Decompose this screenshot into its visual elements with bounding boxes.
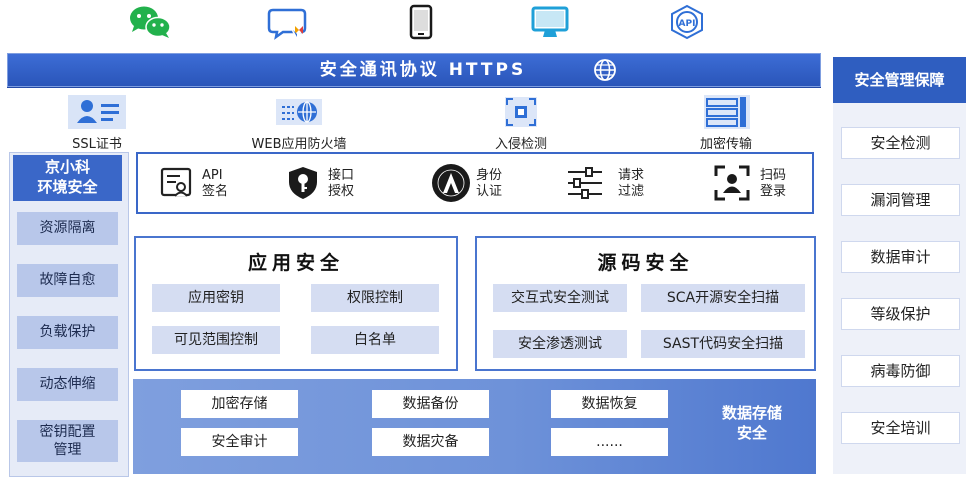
data-storage-title: 数据存储 安全: [721, 404, 782, 442]
web-firewall-label: WEB应用防火墙: [251, 137, 347, 152]
chat-icon: [267, 4, 307, 40]
storage-item-encrypted: 加密存储: [181, 390, 298, 418]
https-banner: 安全通讯协议 HTTPS: [7, 53, 821, 87]
app-item-whitelist: 白名单: [311, 326, 439, 354]
auth-scan-label: 扫码 登录: [760, 168, 787, 199]
api-sign-icon: [160, 166, 194, 200]
storage-item-disaster: 数据灾备: [372, 428, 489, 456]
storage-item-recovery: 数据恢复: [551, 390, 668, 418]
auth-key-label: 接口 授权: [328, 168, 355, 199]
environment-security-title: 京小科 环境安全: [13, 155, 122, 201]
wechat-icon: [128, 4, 171, 40]
env-item-auto-scaling: 动态伸缩: [17, 368, 118, 401]
auth-identity-label: 身份 认证: [476, 168, 503, 199]
monitor-icon: [530, 4, 570, 40]
env-item-resource-isolation: 资源隔离: [17, 212, 118, 245]
source-item-pentest: 安全渗透测试: [493, 330, 627, 358]
source-item-sca: SCA开源安全扫描: [641, 284, 805, 312]
scan-login-icon: [713, 164, 751, 202]
web-firewall-icon: [276, 95, 322, 129]
key-shield-icon: [286, 165, 320, 201]
mgmt-item-data-audit: 数据审计: [841, 241, 960, 273]
intrusion-detection-icon: [503, 95, 539, 129]
storage-item-audit: 安全审计: [181, 428, 298, 456]
app-security-title: 应用安全: [247, 252, 344, 274]
storage-item-backup: 数据备份: [372, 390, 489, 418]
mgmt-item-security-check: 安全检测: [841, 127, 960, 159]
api-icon: API: [667, 4, 707, 40]
environment-title-line2: 环境安全: [37, 178, 98, 196]
source-item-iast: 交互式安全测试: [493, 284, 627, 312]
app-item-visibility-control: 可见范围控制: [152, 326, 280, 354]
globe-icon: [593, 58, 617, 82]
mobile-phone-icon: [403, 4, 443, 40]
app-item-app-key: 应用密钥: [152, 284, 280, 312]
mgmt-item-grade-protection: 等级保护: [841, 298, 960, 330]
encrypted-transfer-icon: [704, 95, 750, 129]
intrusion-detection-label: 入侵检测: [494, 137, 547, 152]
https-title: 安全通讯协议 HTTPS: [319, 60, 527, 80]
source-item-sast: SAST代码安全扫描: [641, 330, 805, 358]
environment-title-line1: 京小科: [44, 158, 90, 176]
security-management-title: 安全管理保障: [833, 57, 966, 103]
auth-filter-label: 请求 过滤: [618, 168, 645, 199]
env-item-self-healing: 故障自愈: [17, 264, 118, 297]
env-item-load-protection: 负载保护: [17, 316, 118, 349]
mgmt-item-antivirus: 病毒防御: [841, 355, 960, 387]
mgmt-item-vuln-management: 漏洞管理: [841, 184, 960, 216]
env-item-key-config: 密钥配置 管理: [17, 420, 118, 462]
ssl-certificate-icon: [68, 95, 126, 129]
source-security-title: 源码安全: [597, 252, 694, 274]
auth-bar: API 签名 接口 授权 身份 认证 请求 过滤 扫码 登录: [136, 152, 814, 214]
ssl-certificate-label: SSL证书: [72, 137, 122, 152]
svg-text:API: API: [679, 19, 696, 29]
auth-api-sign-label: API 签名: [202, 168, 229, 199]
encrypted-transfer-label: 加密传输: [699, 137, 752, 152]
oauth-icon: [431, 163, 471, 203]
mgmt-item-training: 安全培训: [841, 412, 960, 444]
app-item-permission-control: 权限控制: [311, 284, 439, 312]
storage-item-more: ......: [551, 428, 668, 456]
app-security-panel: 应用安全 应用密钥 权限控制 可见范围控制 白名单: [134, 236, 458, 371]
source-security-panel: 源码安全 交互式安全测试 SCA开源安全扫描 安全渗透测试 SAST代码安全扫描: [475, 236, 816, 371]
filter-sliders-icon: [566, 167, 604, 199]
